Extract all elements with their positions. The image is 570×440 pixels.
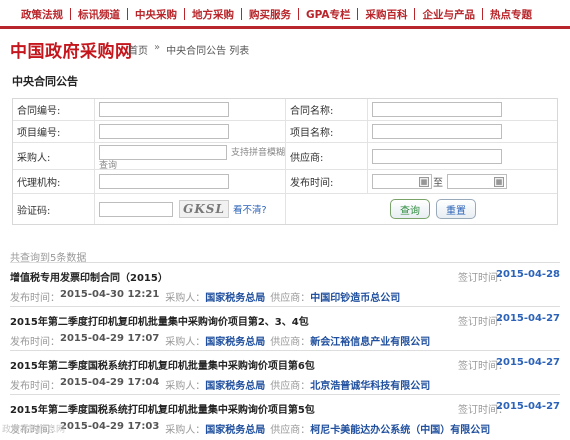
project-no-label: 项目编号: xyxy=(13,121,95,142)
result-meta: 发布时间： 2015-04-29 17:07 采购人： 国家税务总局 供应商： 新会江裕信… xyxy=(10,333,435,348)
supplier-link[interactable]: 北京浩普诚华科技有限公司 xyxy=(310,377,430,392)
nav-item[interactable]: 企业与产品 xyxy=(415,7,482,22)
calendar-icon[interactable]: ▦ xyxy=(494,176,504,187)
nav-item[interactable]: 采购百科 xyxy=(358,7,414,22)
captcha-image[interactable]: GKSL xyxy=(179,200,229,218)
agency-input[interactable] xyxy=(99,174,229,189)
supplier-label: 供应商： xyxy=(270,337,311,348)
purchaser-label: 采购人： xyxy=(165,293,206,304)
breadcrumb-arrow: » xyxy=(154,42,161,53)
form-row-5: 验证码: GKSL 看不清? 查询 重置 xyxy=(13,194,557,224)
supplier-label: 供应商： xyxy=(270,425,311,436)
project-name-label: 项目名称: xyxy=(286,121,368,142)
result-divider xyxy=(10,262,560,263)
purchaser-link[interactable]: 国家税务总局 xyxy=(205,333,265,348)
result-meta: 发布时间： 2015-04-29 17:03 采购人： 国家税务总局 供应商： 柯尼卡美能… xyxy=(10,421,495,436)
publish-time-label: 发布时间： xyxy=(10,381,60,392)
result-divider xyxy=(10,350,560,351)
captcha-label: 验证码: xyxy=(13,194,95,224)
sign-date: 2015-04-27 xyxy=(496,357,560,368)
purchaser-label: 采购人: xyxy=(13,143,95,169)
captcha-input[interactable] xyxy=(99,201,173,217)
supplier-label: 供应商： xyxy=(270,293,311,304)
supplier-link[interactable]: 中国印钞造币总公司 xyxy=(310,289,400,304)
sign-date: 2015-04-28 xyxy=(496,269,560,280)
publish-time: 2015-04-30 12:21 xyxy=(60,289,160,300)
agency-label: 代理机构: xyxy=(13,170,95,193)
sign-date: 2015-04-27 xyxy=(496,401,560,412)
breadcrumb-home[interactable]: 首页 xyxy=(128,42,148,57)
supplier-input[interactable] xyxy=(372,148,502,164)
sign-date: 2015-04-27 xyxy=(496,313,560,324)
purchaser-link[interactable]: 国家税务总局 xyxy=(205,289,265,304)
result-divider xyxy=(10,306,560,307)
result-title-link[interactable]: 增值税专用发票印制合同（2015） xyxy=(10,269,168,284)
nav-item[interactable]: 地方采购 xyxy=(185,7,241,22)
page-title: 中央合同公告 xyxy=(12,75,78,88)
purchaser-label: 采购人： xyxy=(165,337,206,348)
supplier-label: 供应商： xyxy=(270,381,311,392)
top-nav: 政策法规 标讯频道 中央采购 地方采购 购买服务 GPA专栏 采购百科 企业与产品 热点专题 xyxy=(0,0,570,28)
purchaser-input[interactable] xyxy=(99,145,227,160)
supplier-link[interactable]: 新会江裕信息产业有限公司 xyxy=(310,333,430,348)
contract-name-label: 合同名称: xyxy=(286,99,368,120)
search-form: 合同编号: 合同名称: 项目编号: 项目名称: 采购人: 支持拼音模糊 查询 供… xyxy=(12,98,558,225)
publish-time-label: 发布时间： xyxy=(10,337,60,348)
nav-item[interactable]: 标讯频道 xyxy=(71,7,127,22)
purchaser-link[interactable]: 国家税务总局 xyxy=(205,421,265,436)
nav-item[interactable]: GPA专栏 xyxy=(299,7,357,22)
publish-time-label: 发布时间： xyxy=(10,293,60,304)
calendar-icon[interactable]: ▦ xyxy=(419,176,429,187)
form-row-2: 项目编号: 项目名称: xyxy=(13,121,557,143)
contract-no-input[interactable] xyxy=(99,102,229,117)
result-title-link[interactable]: 2015年第二季度国税系统打印机复印机批量集中采购询价项目第5包 xyxy=(10,401,315,416)
supplier-link[interactable]: 柯尼卡美能达办公系统（中国）有限公司 xyxy=(310,421,490,436)
nav-item[interactable]: 政策法规 xyxy=(14,7,70,22)
project-no-input[interactable] xyxy=(99,124,229,139)
query-button[interactable]: 查询 xyxy=(390,199,430,219)
purchaser-label: 采购人： xyxy=(165,381,206,392)
publish-time: 2015-04-29 17:04 xyxy=(60,377,160,388)
publish-time: 2015-04-29 17:07 xyxy=(60,333,160,344)
publish-time-label: 发布时间: xyxy=(286,170,368,193)
top-nav-divider xyxy=(0,26,570,29)
result-title-link[interactable]: 2015年第二季度国税系统打印机复印机批量集中采购询价项目第6包 xyxy=(10,357,315,372)
supplier-label: 供应商: xyxy=(286,143,368,169)
form-row-1: 合同编号: 合同名称: xyxy=(13,99,557,121)
captcha-refresh-link[interactable]: 看不清? xyxy=(233,202,267,216)
breadcrumb: 首页 » 中央合同公告 列表 xyxy=(128,42,249,57)
result-meta: 发布时间： 2015-04-30 12:21 采购人： 国家税务总局 供应商： 中国印钞造… xyxy=(10,289,405,304)
form-row-4: 代理机构: 发布时间: ▦ 至 ▦ xyxy=(13,170,557,194)
result-title-link[interactable]: 2015年第二季度打印机复印机批量集中采购询价项目第2、3、4包 xyxy=(10,313,309,328)
result-meta: 发布时间： 2015-04-29 17:04 采购人： 国家税务总局 供应商： 北京浩普诚… xyxy=(10,377,435,392)
purchaser-link[interactable]: 国家税务总局 xyxy=(205,377,265,392)
watermark: 政府采购信息网 xyxy=(2,425,66,435)
form-row-3: 采购人: 支持拼音模糊 查询 供应商: xyxy=(13,143,557,171)
contract-no-label: 合同编号: xyxy=(13,99,95,120)
date-range-to: 至 xyxy=(433,178,443,189)
nav-item[interactable]: 热点专题 xyxy=(483,7,539,22)
purchaser-label: 采购人： xyxy=(165,425,206,436)
nav-item[interactable]: 购买服务 xyxy=(242,7,298,22)
result-divider xyxy=(10,394,560,395)
top-nav-items: 政策法规 标讯频道 中央采购 地方采购 购买服务 GPA专栏 采购百科 企业与产品 热点专题 xyxy=(14,3,539,25)
reset-button[interactable]: 重置 xyxy=(436,199,476,219)
publish-time: 2015-04-29 17:03 xyxy=(60,421,160,432)
purchaser-hint: 支持拼音模糊 xyxy=(230,148,285,158)
breadcrumb-current: 中央合同公告 列表 xyxy=(166,46,250,57)
project-name-input[interactable] xyxy=(372,124,502,139)
site-logo[interactable]: 中国政府采购网 xyxy=(10,37,133,62)
nav-item[interactable]: 中央采购 xyxy=(128,7,184,22)
contract-name-input[interactable] xyxy=(372,102,502,117)
